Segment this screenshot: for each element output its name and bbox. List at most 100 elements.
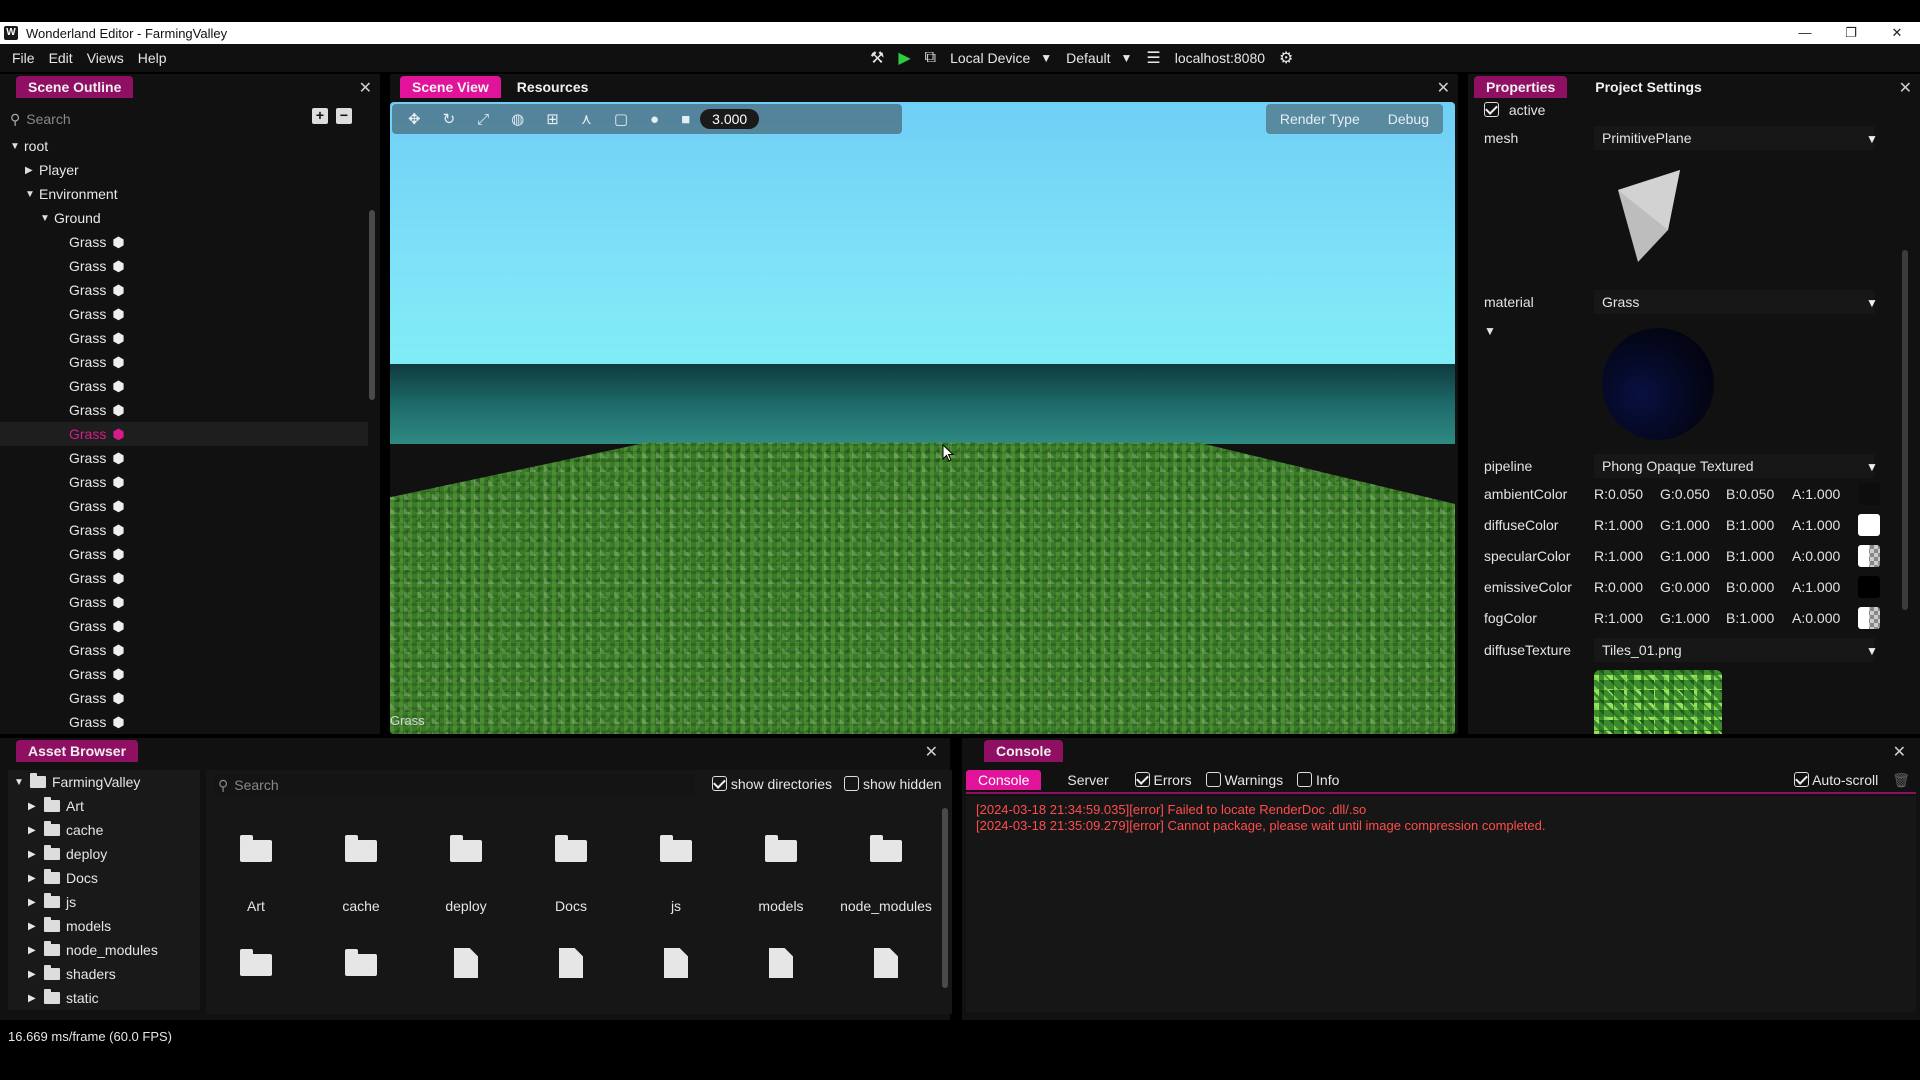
- color-swatch[interactable]: [1858, 514, 1880, 536]
- color-channel-field[interactable]: B:0.000: [1726, 579, 1774, 595]
- close-icon[interactable]: ✕: [1437, 78, 1450, 98]
- tree-node[interactable]: Grass ⬢: [0, 494, 368, 518]
- outline-scrollbar[interactable]: [369, 210, 375, 400]
- warnings-filter[interactable]: Warnings: [1205, 772, 1283, 788]
- color-swatch[interactable]: [1858, 607, 1880, 629]
- asset-tree-folder[interactable]: ▶ shaders: [8, 962, 200, 986]
- tree-node[interactable]: Grass ⬢: [0, 518, 368, 542]
- asset-folder-item[interactable]: [311, 949, 411, 976]
- color-channel-field[interactable]: G:0.050: [1660, 486, 1710, 502]
- chevron-right-icon[interactable]: ▶: [28, 873, 44, 884]
- tree-node[interactable]: Grass ⬢: [0, 566, 368, 590]
- chevron-right-icon[interactable]: ▶: [28, 969, 44, 980]
- chevron-down-icon[interactable]: ▼: [14, 777, 30, 788]
- tree-node[interactable]: Grass ⬢: [0, 350, 368, 374]
- show-hidden-option[interactable]: show hidden: [844, 776, 942, 792]
- chevron-right-icon[interactable]: ▶: [28, 801, 44, 812]
- chevron-right-icon[interactable]: ▶: [28, 825, 44, 836]
- chevron-right-icon[interactable]: ▶: [28, 897, 44, 908]
- asset-tree-folder[interactable]: ▶ deploy: [8, 842, 200, 866]
- color-channel-field[interactable]: R:1.000: [1594, 548, 1643, 564]
- warnings-checkbox[interactable]: [1205, 772, 1221, 787]
- debug-button[interactable]: Debug: [1388, 111, 1429, 127]
- add-object-icon[interactable]: +: [312, 108, 328, 124]
- trash-icon[interactable]: 🗑: [1892, 772, 1910, 789]
- asset-folder-item[interactable]: node_modules: [836, 835, 936, 914]
- menu-help[interactable]: Help: [130, 50, 173, 66]
- bounding-box-icon[interactable]: ▢: [614, 110, 628, 128]
- asset-tree-folder[interactable]: ▶ node_modules: [8, 938, 200, 962]
- asset-folder-item[interactable]: models: [731, 835, 831, 914]
- autoscroll-option[interactable]: Auto-scroll: [1793, 772, 1878, 788]
- chevron-down-icon[interactable]: ▼: [1040, 51, 1052, 65]
- server-address[interactable]: localhost:8080: [1175, 50, 1265, 66]
- color-channel-field[interactable]: R:0.050: [1594, 486, 1643, 502]
- tree-node[interactable]: Grass ⬢: [0, 422, 368, 446]
- asset-file-item[interactable]: [731, 948, 831, 978]
- tab-console[interactable]: Console: [984, 740, 1064, 762]
- tree-node[interactable]: ▼ Environment: [0, 182, 368, 206]
- autoscroll-checkbox[interactable]: [1793, 772, 1809, 787]
- console-tab-console[interactable]: Console: [966, 770, 1042, 790]
- tree-node[interactable]: Grass ⬢: [0, 374, 368, 398]
- info-filter[interactable]: Info: [1297, 772, 1339, 788]
- close-window-button[interactable]: ✕: [1874, 25, 1920, 41]
- chevron-down-icon[interactable]: ▼: [25, 189, 39, 200]
- asset-file-item[interactable]: [521, 948, 621, 978]
- tree-node[interactable]: Grass ⬢: [0, 278, 368, 302]
- diffuse-texture-select[interactable]: Tiles_01.png: [1594, 638, 1874, 662]
- tree-node[interactable]: ▼ Ground: [0, 206, 368, 230]
- color-channel-field[interactable]: A:0.000: [1792, 548, 1840, 564]
- chevron-down-icon[interactable]: ▼: [40, 213, 54, 224]
- tree-node[interactable]: Grass ⬢: [0, 590, 368, 614]
- tree-node[interactable]: Grass ⬢: [0, 638, 368, 662]
- asset-tree-folder[interactable]: ▶ static: [8, 986, 200, 1010]
- asset-tree-folder[interactable]: ▶ cache: [8, 818, 200, 842]
- chevron-down-icon[interactable]: ▼: [1866, 460, 1878, 474]
- snap-icon[interactable]: ⋏: [581, 110, 592, 128]
- color-channel-field[interactable]: G:1.000: [1660, 517, 1710, 533]
- tab-resources[interactable]: Resources: [505, 76, 601, 98]
- menu-views[interactable]: Views: [79, 50, 130, 66]
- tab-project-settings[interactable]: Project Settings: [1583, 76, 1714, 98]
- settings-gear-icon[interactable]: ⚙: [1279, 48, 1293, 68]
- show-directories-option[interactable]: show directories: [712, 776, 832, 792]
- move-icon[interactable]: ✥: [408, 110, 421, 128]
- tree-node[interactable]: Grass ⬢: [0, 542, 368, 566]
- color-channel-field[interactable]: A:1.000: [1792, 517, 1840, 533]
- errors-checkbox[interactable]: [1134, 772, 1150, 787]
- color-swatch[interactable]: [1858, 545, 1880, 567]
- tree-node[interactable]: Grass ⬢: [0, 302, 368, 326]
- info-checkbox[interactable]: [1297, 772, 1313, 787]
- chevron-down-icon[interactable]: ▼: [1866, 132, 1878, 146]
- asset-scrollbar[interactable]: [942, 808, 948, 988]
- tree-node[interactable]: Grass ⬢: [0, 614, 368, 638]
- tab-asset-browser[interactable]: Asset Browser: [16, 740, 139, 762]
- chevron-right-icon[interactable]: ▶: [28, 945, 44, 956]
- asset-tree-folder[interactable]: ▶ models: [8, 914, 200, 938]
- tree-node[interactable]: Grass ⬢: [0, 710, 368, 734]
- asset-file-item[interactable]: [626, 948, 726, 978]
- play-icon[interactable]: ▶: [898, 48, 910, 68]
- color-swatch[interactable]: [1858, 483, 1880, 505]
- tree-node[interactable]: Grass ⬢: [0, 686, 368, 710]
- device-select[interactable]: Local Device: [950, 50, 1030, 66]
- asset-tree-root[interactable]: ▼ FarmingValley: [8, 770, 200, 794]
- minimize-button[interactable]: —: [1782, 25, 1828, 41]
- color-channel-field[interactable]: R:1.000: [1594, 517, 1643, 533]
- chevron-down-icon[interactable]: ▼: [10, 141, 24, 152]
- tree-node[interactable]: Grass ⬢: [0, 662, 368, 686]
- chevron-right-icon[interactable]: ▶: [28, 993, 44, 1004]
- color-channel-field[interactable]: B:1.000: [1726, 548, 1774, 564]
- remove-object-icon[interactable]: −: [336, 108, 352, 124]
- camera-speed-field[interactable]: 3.000: [700, 109, 760, 129]
- chevron-right-icon[interactable]: ▶: [25, 165, 39, 176]
- color-channel-field[interactable]: B:1.000: [1726, 517, 1774, 533]
- color-channel-field[interactable]: B:1.000: [1726, 610, 1774, 626]
- external-link-icon[interactable]: ⧉: [925, 49, 936, 67]
- asset-tree-folder[interactable]: ▶ Art: [8, 794, 200, 818]
- render-type-button[interactable]: Render Type: [1280, 111, 1360, 127]
- active-checkbox[interactable]: [1484, 102, 1499, 117]
- grid-icon[interactable]: ⊞: [546, 110, 559, 128]
- color-swatch[interactable]: [1858, 576, 1880, 598]
